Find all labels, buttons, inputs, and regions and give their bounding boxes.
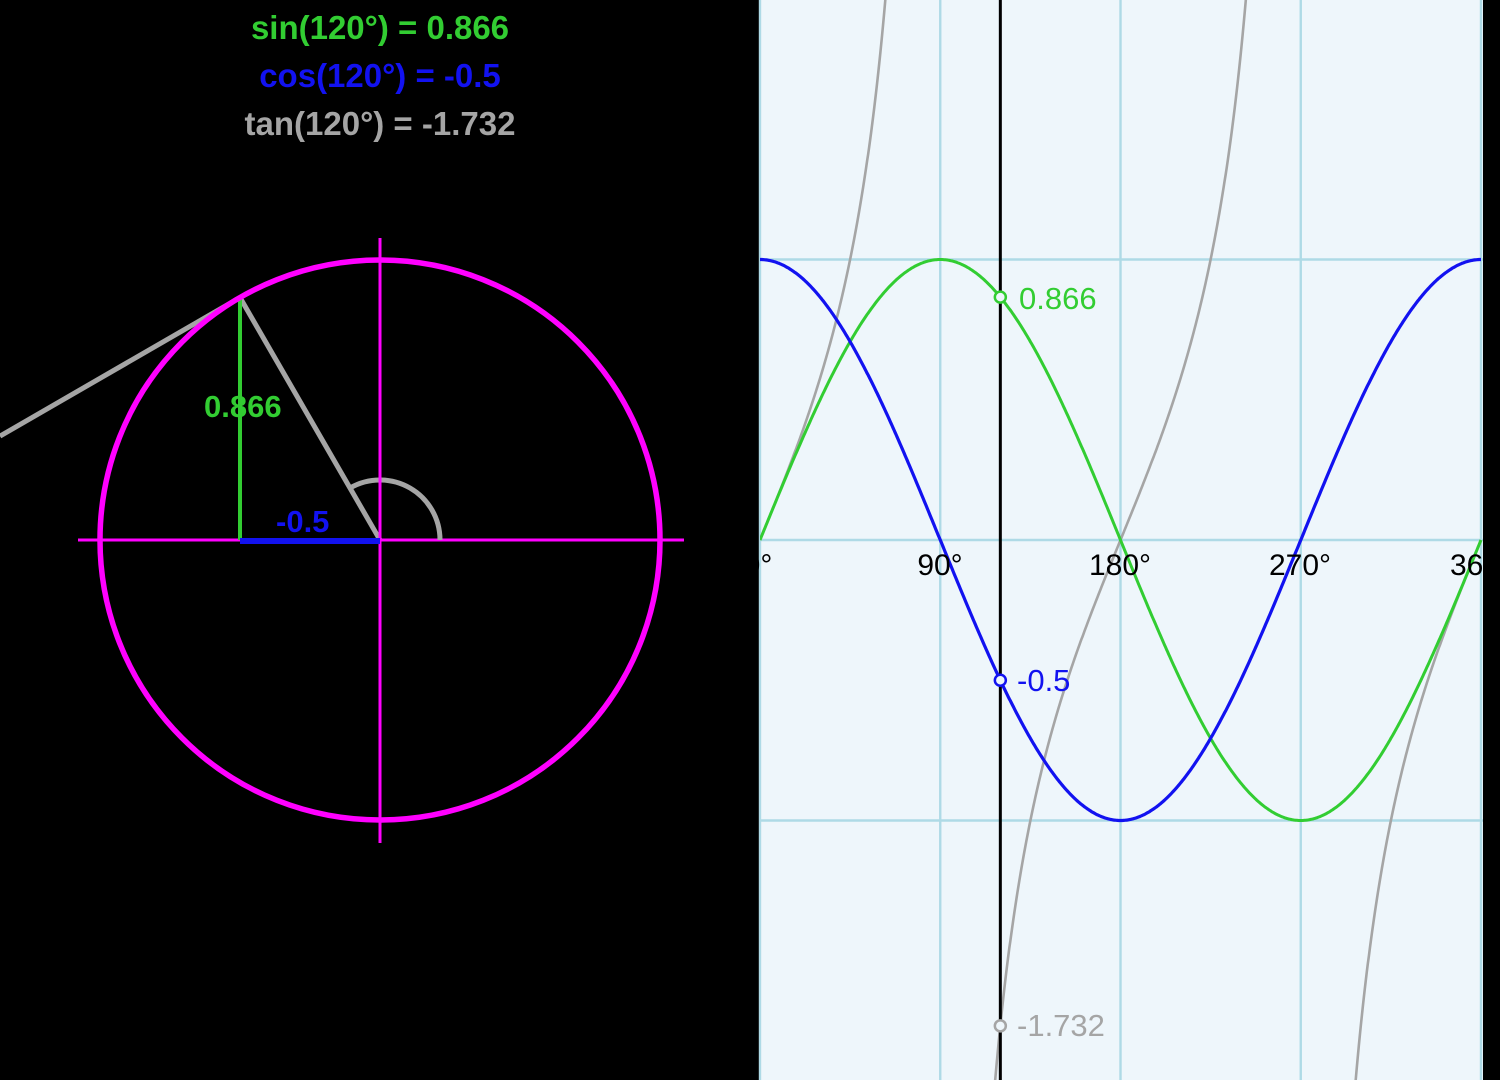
cos-segment-label: -0.5: [276, 504, 330, 539]
tan-point-label: -1.732: [1017, 1008, 1105, 1043]
tan-point-marker[interactable]: [993, 1019, 1008, 1033]
x-tick-label-360: 360°: [1449, 549, 1500, 582]
x-tick-label-90: 90°: [917, 549, 963, 582]
trig-figure: [0, 0, 1483, 1080]
sin-point-marker[interactable]: [993, 290, 1008, 304]
sin-point-label: 0.866: [1019, 281, 1097, 316]
cos-equation: cos(120°) = -0.5: [259, 57, 501, 94]
tan-equation: tan(120°) = -1.732: [244, 105, 516, 142]
cos-point-marker[interactable]: [993, 673, 1008, 687]
x-tick-label-180: 180°: [1088, 549, 1152, 582]
x-tick-label-0: 0°: [743, 549, 773, 582]
cos-point-label: -0.5: [1017, 663, 1071, 698]
x-tick-label-270: 270°: [1268, 549, 1332, 582]
trig-explorer: sin(120°) = 0.866 cos(120°) = -0.5 tan(1…: [0, 0, 1500, 1080]
sin-segment-label: 0.866: [204, 389, 282, 424]
sin-equation: sin(120°) = 0.866: [250, 9, 510, 46]
